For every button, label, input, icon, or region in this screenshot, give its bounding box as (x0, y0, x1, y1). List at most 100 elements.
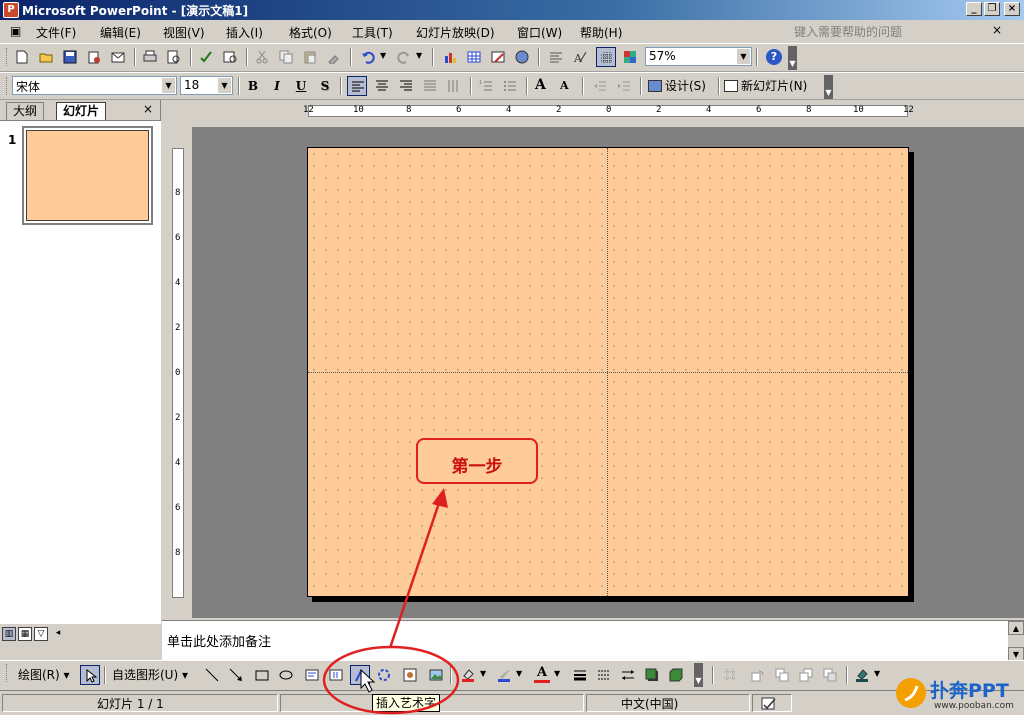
line-style-button[interactable] (570, 665, 590, 685)
order-back-button[interactable] (820, 665, 840, 685)
help-button[interactable]: ? (764, 47, 784, 67)
close-icon[interactable]: × (143, 102, 153, 116)
slide-thumbnail[interactable] (22, 126, 153, 225)
decrease-font-button[interactable]: A (556, 76, 576, 96)
menu-insert[interactable]: 插入(I) (226, 24, 263, 41)
permission-button[interactable] (84, 47, 104, 67)
fill-color-dropdown[interactable]: ▼ (478, 665, 490, 685)
document-close-button[interactable]: × (992, 23, 1002, 37)
oval-tool-button[interactable] (276, 665, 296, 685)
insert-diagram-button[interactable] (374, 665, 394, 685)
autoshapes-button[interactable]: 自选图形(U) ▾ (112, 666, 188, 684)
menu-help[interactable]: 帮助(H) (580, 24, 622, 41)
menu-window[interactable]: 窗口(W) (517, 24, 562, 41)
distribute-button[interactable] (444, 76, 464, 96)
print-button[interactable] (140, 47, 160, 67)
format-painter-button[interactable] (324, 47, 344, 67)
toolbar-options-button[interactable]: ▼ (694, 663, 703, 687)
tab-outline[interactable]: 大纲 (6, 102, 45, 120)
slideshow-button[interactable]: ▽ (34, 627, 48, 641)
align-right-button[interactable] (396, 76, 416, 96)
rotate-button[interactable] (748, 665, 768, 685)
notes-pane[interactable]: 单击此处添加备注 ▲ ▼ (162, 620, 1024, 661)
minimize-button[interactable]: _ (966, 2, 982, 16)
design-button[interactable]: 设计(S) (648, 77, 706, 95)
insert-wordart-button[interactable] (350, 665, 370, 685)
color-grayscale-button[interactable] (620, 47, 640, 67)
toolbar-options-button[interactable]: ▼ (788, 46, 797, 70)
undo-dropdown[interactable]: ▼ (378, 47, 390, 67)
zoom-select[interactable]: 57% ▼ (645, 47, 752, 66)
grid-guides-button[interactable] (720, 665, 740, 685)
menu-format[interactable]: 格式(O) (289, 24, 332, 41)
toolbar-grip[interactable] (6, 664, 9, 682)
redo-dropdown[interactable]: ▼ (414, 47, 426, 67)
scroll-up-arrow[interactable]: ▲ (1008, 621, 1024, 635)
paste-button[interactable] (300, 47, 320, 67)
document-icon[interactable]: ▣ (10, 24, 21, 38)
font-color-dropdown[interactable]: ▼ (552, 665, 564, 685)
fill-color-secondary-button[interactable] (852, 665, 872, 685)
scroll-down-arrow[interactable]: ▼ (1008, 647, 1024, 661)
new-slide-button[interactable]: 新幻灯片(N) (724, 77, 807, 95)
notes-scrollbar[interactable]: ▲ ▼ (1008, 621, 1024, 661)
normal-view-button[interactable]: ▥ (2, 627, 16, 641)
menu-view[interactable]: 视图(V) (163, 24, 205, 41)
save-button[interactable] (60, 47, 80, 67)
arrow-tool-button[interactable] (226, 665, 246, 685)
research-button[interactable] (220, 47, 240, 67)
numbering-button[interactable]: 1 (476, 76, 496, 96)
cut-button[interactable] (252, 47, 272, 67)
insert-hyperlink-button[interactable] (512, 47, 532, 67)
line-color-button[interactable] (494, 665, 514, 685)
slide-canvas[interactable] (307, 147, 909, 597)
line-color-dropdown[interactable]: ▼ (514, 665, 526, 685)
close-button[interactable]: × (1004, 2, 1020, 16)
restore-button[interactable]: ❐ (984, 2, 1000, 16)
align-center-button[interactable] (372, 76, 392, 96)
toolbar-grip[interactable] (6, 77, 9, 95)
textbox-button[interactable] (302, 665, 322, 685)
menu-edit[interactable]: 编辑(E) (100, 24, 141, 41)
vertical-textbox-button[interactable] (326, 665, 346, 685)
italic-button[interactable]: I (268, 76, 286, 96)
spelling-button[interactable] (196, 47, 216, 67)
align-distribute-button[interactable] (772, 665, 792, 685)
horizontal-guide[interactable] (308, 372, 908, 373)
insert-table-button[interactable] (464, 47, 484, 67)
expand-all-button[interactable] (546, 47, 566, 67)
new-document-button[interactable] (12, 47, 32, 67)
fill-color-secondary-dropdown[interactable]: ▼ (872, 665, 884, 685)
font-size-select[interactable]: 18 ▼ (180, 76, 233, 95)
scroll-left-arrow[interactable]: ◂ (52, 627, 64, 641)
slide-sorter-button[interactable]: ▦ (18, 627, 32, 641)
underline-button[interactable]: U (292, 76, 310, 96)
undo-button[interactable] (358, 47, 378, 67)
toolbar-options-button[interactable]: ▼ (824, 75, 833, 99)
menu-slideshow[interactable]: 幻灯片放映(D) (416, 24, 495, 41)
shadow-button[interactable]: S (316, 76, 334, 96)
copy-button[interactable] (276, 47, 296, 67)
vertical-guide[interactable] (607, 148, 608, 596)
tables-borders-button[interactable] (488, 47, 508, 67)
increase-font-button[interactable]: A (532, 76, 552, 96)
tab-slides[interactable]: 幻灯片 (56, 102, 107, 120)
spelling-status-icon[interactable] (752, 694, 792, 712)
align-left-button[interactable] (347, 76, 367, 96)
justify-button[interactable] (420, 76, 440, 96)
bullets-button[interactable] (500, 76, 520, 96)
toolbar-grip[interactable] (6, 48, 9, 66)
show-formatting-button[interactable]: A (570, 47, 590, 67)
order-front-button[interactable] (796, 665, 816, 685)
line-tool-button[interactable] (202, 665, 222, 685)
dash-style-button[interactable] (594, 665, 614, 685)
insert-chart-button[interactable] (440, 47, 460, 67)
insert-picture-button[interactable] (426, 665, 446, 685)
3d-style-button[interactable] (666, 665, 686, 685)
open-button[interactable] (36, 47, 56, 67)
powerpoint-icon[interactable]: P (3, 2, 19, 18)
rectangle-tool-button[interactable] (252, 665, 272, 685)
email-button[interactable] (108, 47, 128, 67)
redo-button[interactable] (394, 47, 414, 67)
arrow-style-button[interactable] (618, 665, 638, 685)
